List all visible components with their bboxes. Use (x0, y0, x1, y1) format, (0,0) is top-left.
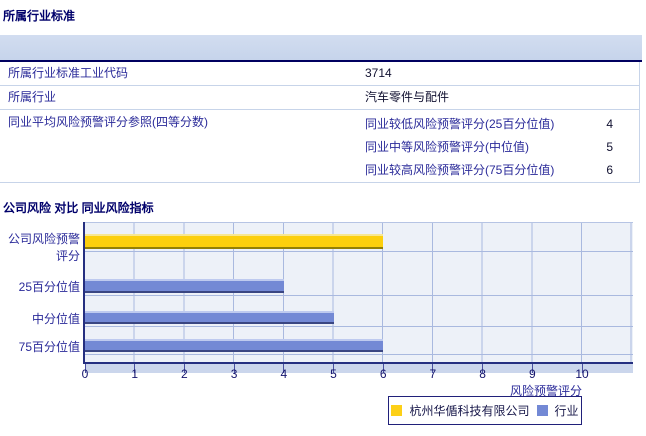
x-axis-tick-label: 0 (75, 367, 95, 381)
y-category-label: 公司风险预警评分 (2, 231, 80, 265)
x-axis-tick-label: 8 (473, 367, 493, 381)
y-category-label: 25百分位值 (0, 278, 80, 295)
legend-industry-label: 行业 (555, 402, 579, 419)
row-label-industry: 所属行业 (8, 86, 56, 109)
row-label-industry-code: 所属行业标准工业代码 (8, 62, 128, 85)
y-category-label: 75百分位值 (0, 338, 80, 355)
table-row: 所属行业 汽车零件与配件 (0, 86, 640, 110)
industry-section-title: 所属行业标准 (3, 7, 75, 24)
peer-score-high-label: 同业较高风险预警评分(75百分位值) (365, 163, 554, 177)
peer-score-mid-value: 5 (606, 136, 613, 159)
legend-company-swatch (391, 405, 402, 416)
x-axis-tick-band (85, 362, 633, 373)
x-axis-tick-label: 1 (125, 367, 145, 381)
chart-plot (85, 222, 633, 363)
horizontal-gridline (85, 354, 633, 355)
bar-industry-3 (85, 339, 383, 352)
x-axis-tick-label: 6 (373, 367, 393, 381)
bar-company-0 (85, 234, 383, 249)
chart-section-title: 公司风险 对比 同业风险指标 (3, 199, 154, 216)
table-row: 所属行业标准工业代码 3714 (0, 62, 640, 86)
x-axis-tick-label: 5 (324, 367, 344, 381)
x-axis-tick-label: 4 (274, 367, 294, 381)
x-axis-tick-label: 3 (224, 367, 244, 381)
peer-score-mid-label: 同业中等风险预警评分(中位值) (365, 140, 529, 154)
x-axis-tick-label: 9 (522, 367, 542, 381)
peer-score-high-value: 6 (606, 159, 613, 182)
row-value-industry: 汽车零件与配件 (365, 86, 449, 109)
legend-industry-swatch (537, 405, 548, 416)
bar-industry-2 (85, 311, 334, 324)
row-label-peer-reference: 同业平均风险预警评分参照(四等分数) (8, 110, 208, 135)
legend-company-label: 杭州华偱科技有限公司 (409, 402, 529, 419)
peer-score-mid-row: 同业中等风险预警评分(中位值) 5 (365, 136, 639, 159)
horizontal-gridline (85, 251, 633, 252)
x-axis-tick-label: 2 (174, 367, 194, 381)
x-axis-tick-label: 7 (423, 367, 443, 381)
bar-industry-1 (85, 279, 284, 293)
y-category-label: 中分位值 (0, 310, 80, 327)
table-header-band (0, 35, 642, 62)
horizontal-gridline (85, 295, 633, 296)
peer-score-low-label: 同业较低风险预警评分(25百分位值) (365, 117, 554, 131)
peer-score-high-row: 同业较高风险预警评分(75百分位值) 6 (365, 159, 639, 182)
table-row-peer-scores: 同业平均风险预警评分参照(四等分数) 同业较低风险预警评分(25百分位值) 4 … (0, 110, 640, 183)
risk-report-page: 所属行业标准 所属行业标准工业代码 3714 所属行业 汽车零件与配件 同业平均… (0, 0, 646, 436)
chart-legend: 杭州华偱科技有限公司 行业 (388, 396, 582, 425)
peer-score-low-row: 同业较低风险预警评分(25百分位值) 4 (365, 113, 639, 136)
horizontal-gridline (85, 326, 633, 327)
peer-score-low-value: 4 (606, 113, 613, 136)
row-value-industry-code: 3714 (365, 62, 392, 85)
x-axis-tick-label: 10 (572, 367, 592, 381)
risk-comparison-chart: 公司风险预警评分 25百分位值 中分位值 75百分位值 0 1 2 3 4 5 6 7 8 9 10… (0, 220, 646, 436)
y-axis-line (83, 222, 85, 364)
